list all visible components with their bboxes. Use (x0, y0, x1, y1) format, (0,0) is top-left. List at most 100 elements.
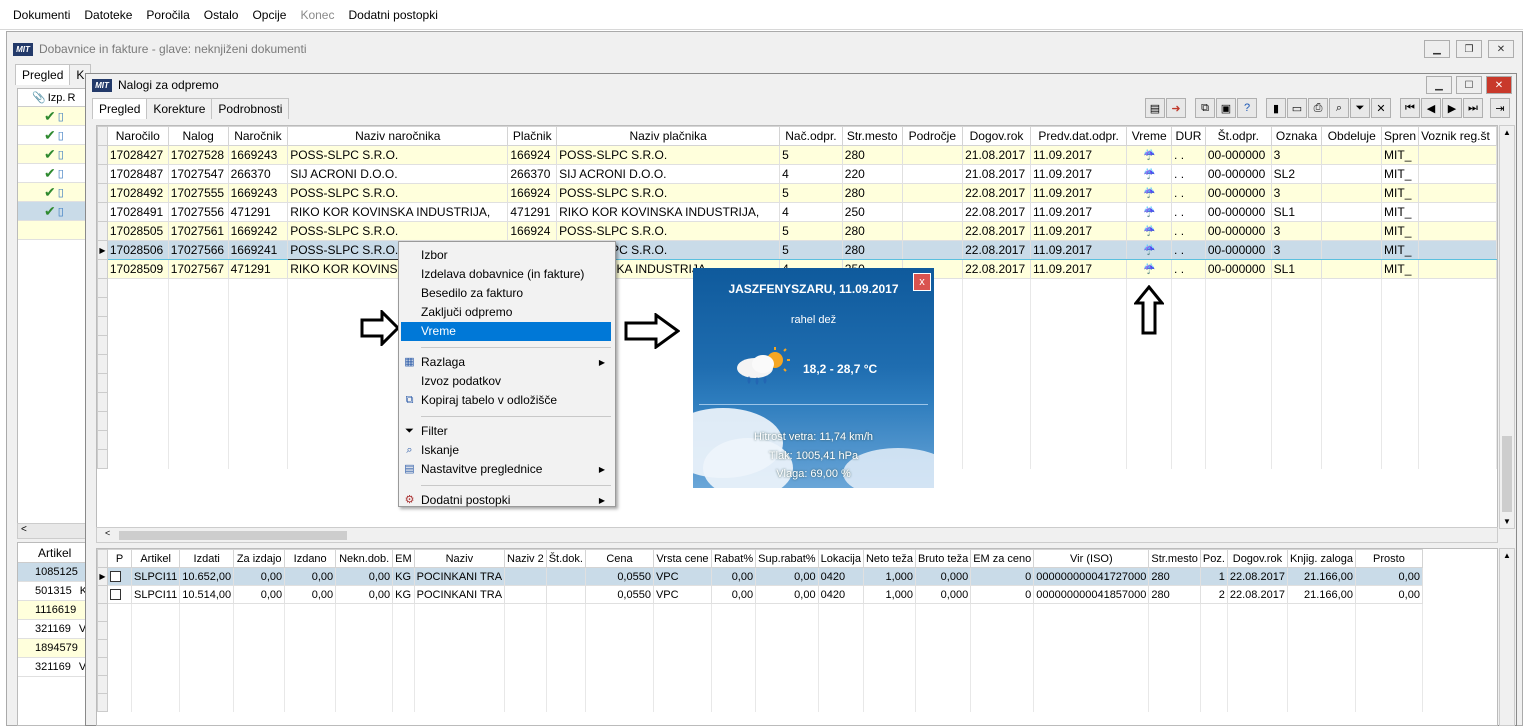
menu-item-kopiraj-tabelo[interactable]: ⧉ Kopiraj tabelo v odložišče (399, 391, 615, 410)
cell-knjig-zaloga[interactable]: 21.166,00 (1286, 585, 1356, 604)
menu-item-besedilo-za-fakturo[interactable]: Besedilo za fakturo (399, 284, 615, 303)
cell-naziv-2[interactable] (504, 585, 547, 604)
filter-icon[interactable]: ⏷ (1350, 98, 1370, 118)
cell-predv-dat-odpr-[interactable]: 11.09.2017 (1029, 240, 1128, 260)
table-row[interactable]: 17028487 17027547 266370 SIJ ACRONI D.O.O. 2… (97, 164, 1497, 184)
close-button[interactable]: ✕ (1486, 76, 1512, 94)
cell-podro-je[interactable] (901, 145, 964, 165)
restore-button[interactable]: ❐ (1456, 40, 1482, 58)
cell-naziv[interactable]: POCINKANI TRA (413, 567, 506, 586)
cell-za-izdajo[interactable]: 0,00 (233, 585, 286, 604)
col-header[interactable]: Vir (ISO) (1033, 549, 1150, 568)
cell-vrsta-cene[interactable]: VPC (652, 567, 712, 586)
cell-izdati[interactable]: 10.652,00 (179, 567, 235, 586)
cell-dur[interactable]: . . (1171, 240, 1206, 260)
cell-naziv-pla-nika[interactable]: POSS-SLPC S.R.O. (556, 221, 781, 241)
cell-pla-nik[interactable]: 471291 (507, 202, 558, 222)
cell-izdano[interactable]: 0,00 (284, 567, 337, 586)
items-vscrollbar[interactable]: ▲ (1499, 548, 1515, 726)
row-indicator[interactable] (97, 259, 108, 279)
last-record-icon[interactable]: ⏭ (1463, 98, 1483, 118)
col-header[interactable]: Izdati (179, 549, 235, 568)
cell-nalog[interactable]: 17027567 (167, 259, 229, 279)
col-header[interactable]: Knjig. zaloga (1286, 549, 1356, 568)
minimize-button[interactable]: ▁ (1426, 76, 1452, 94)
cell-knjig-zaloga[interactable]: 21.166,00 (1286, 567, 1356, 586)
cell-naziv-2[interactable] (504, 567, 547, 586)
prev-record-icon[interactable]: ◀ (1421, 98, 1441, 118)
cell-em[interactable]: KG (392, 585, 415, 604)
cell-naro-ilo[interactable]: 17028492 (106, 183, 169, 203)
document-icon[interactable]: ▤ (1145, 98, 1165, 118)
col-header[interactable]: Št.dok. (545, 549, 586, 568)
cell-spren[interactable]: MIT_ (1381, 259, 1420, 279)
menu-porocila[interactable]: Poročila (139, 0, 196, 30)
weather-icon[interactable]: ☔ (1129, 150, 1169, 161)
cell-naro-nik[interactable]: 266370 (227, 164, 289, 184)
table-row[interactable]: 17028492 17027555 1669243 POSS-SLPC S.R.O. 1… (97, 183, 1497, 203)
cell-dogov-rok[interactable]: 22.08.2017 (962, 202, 1031, 222)
cell-nalog[interactable]: 17027547 (167, 164, 229, 184)
checkbox[interactable] (110, 571, 121, 583)
cell-str-mesto[interactable]: 220 (841, 164, 903, 184)
cell-dur[interactable]: . . (1171, 202, 1206, 222)
col-header[interactable]: Naziv (413, 549, 506, 568)
cell-str-mesto[interactable]: 280 (841, 183, 903, 203)
table-row[interactable]: ▶ 17028506 17027566 1669241 POSS-SLPC S.R.O.… (97, 240, 1497, 260)
row-indicator[interactable] (97, 164, 108, 184)
col-header[interactable]: P (107, 549, 132, 568)
menu-dokumenti[interactable]: Dokumenti (6, 0, 77, 30)
cell-naro-ilo[interactable]: 17028506 (106, 240, 169, 260)
col-header[interactable]: Cena (584, 549, 654, 568)
print-icon[interactable]: ⎙ (1308, 98, 1328, 118)
col-header[interactable]: DUR (1171, 126, 1206, 146)
col-header[interactable]: Lokacija (817, 549, 864, 568)
table-row[interactable]: SLPCI11 10.514,00 0,00 0,00 0,00 KG POCINKANI … (97, 585, 1423, 604)
col-header[interactable]: Št.odpr. (1204, 126, 1272, 146)
outer-row[interactable]: ✔ ▯ (18, 126, 90, 145)
col-header[interactable]: Vreme (1126, 126, 1173, 146)
col-header[interactable]: Nač.odpr. (779, 126, 843, 146)
cell-oznaka[interactable]: SL1 (1270, 259, 1323, 279)
col-header[interactable]: Dogov.rok (1226, 549, 1288, 568)
cell--t-odpr-[interactable]: 00-000000 (1204, 145, 1272, 165)
cell-vreme[interactable]: ☔ (1126, 164, 1173, 184)
outer-lower-row[interactable]: 1894579C (18, 639, 90, 658)
cell-na-odpr-[interactable]: 5 (779, 240, 843, 260)
cell-str-mesto[interactable]: 280 (1148, 585, 1201, 604)
cell-vir-iso-[interactable]: 000000000041857000 (1033, 585, 1150, 604)
cell-voznik-reg-t[interactable] (1418, 145, 1497, 165)
gray-block-icon[interactable]: ▮ (1266, 98, 1286, 118)
cell-vreme[interactable]: ☔ (1126, 221, 1173, 241)
outer-row[interactable] (18, 221, 90, 240)
weather-icon[interactable]: ☔ (1129, 226, 1169, 237)
cell-na-odpr-[interactable]: 5 (779, 221, 843, 241)
cell-artikel[interactable]: SLPCI11 (130, 585, 181, 604)
outer-row[interactable]: ✔ ▯ (18, 183, 90, 202)
col-header[interactable]: Voznik reg.št (1418, 126, 1497, 146)
cell-p[interactable] (107, 567, 132, 586)
cell-predv-dat-odpr-[interactable]: 11.09.2017 (1029, 145, 1128, 165)
col-header[interactable]: Vrsta cene (652, 549, 712, 568)
col-header[interactable]: EM (392, 549, 415, 568)
cell-oznaka[interactable]: 3 (1270, 221, 1323, 241)
cell--t-odpr-[interactable]: 00-000000 (1204, 259, 1272, 279)
cell-spren[interactable]: MIT_ (1381, 164, 1420, 184)
cell-poz-[interactable]: 1 (1199, 567, 1228, 586)
outer-lower-row[interactable]: 1085125N (18, 563, 90, 582)
orders-vscrollbar[interactable]: ▲ ▼ (1499, 125, 1515, 529)
cell-naziv-pla-nika[interactable]: SIJ ACRONI D.O.O. (556, 164, 781, 184)
table-row[interactable]: 17028491 17027556 471291 RIKO KOR KOVINSKA … (97, 202, 1497, 222)
tab-korekture[interactable]: Korekture (146, 98, 213, 119)
row-indicator[interactable] (97, 221, 108, 241)
cell-bruto-te-a[interactable]: 0,000 (915, 567, 972, 586)
cell-dur[interactable]: . . (1171, 145, 1206, 165)
export-icon[interactable]: ➜ (1166, 98, 1186, 118)
cell-naziv-naro-nika[interactable]: SIJ ACRONI D.O.O. (287, 164, 509, 184)
exit-icon[interactable]: ⇥ (1490, 98, 1510, 118)
outer-lower-row[interactable]: 321169 V (18, 620, 90, 639)
cell-na-odpr-[interactable]: 4 (779, 202, 843, 222)
cell-dur[interactable]: . . (1171, 221, 1206, 241)
cell-podro-je[interactable] (901, 183, 964, 203)
col-header[interactable]: Plačnik (507, 126, 558, 146)
